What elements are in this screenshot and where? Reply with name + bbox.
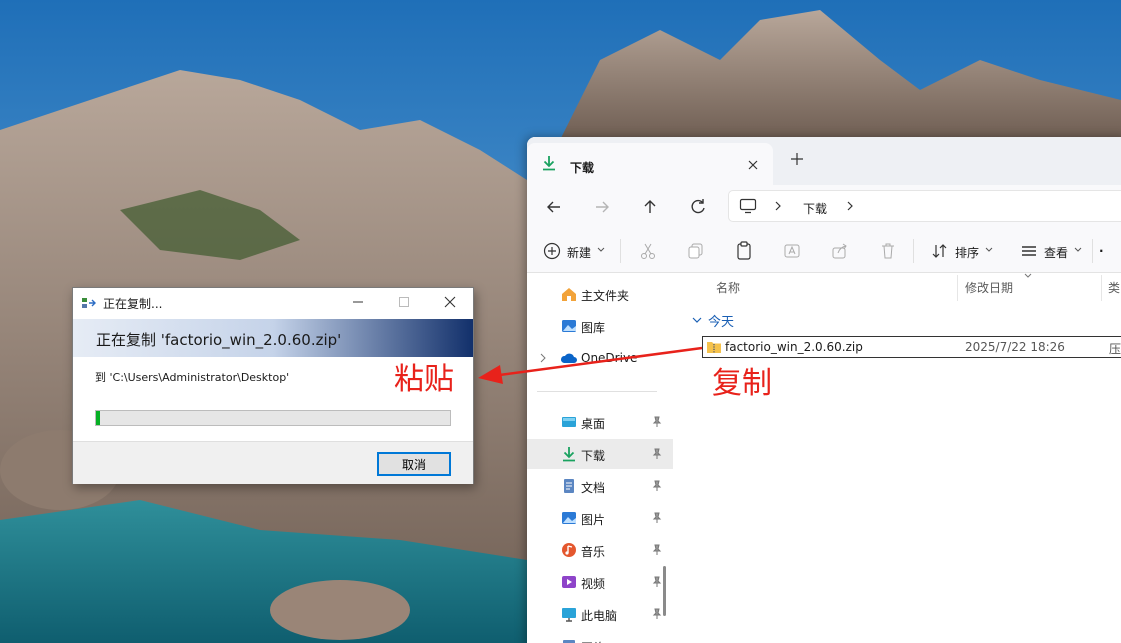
nav-item-desktop[interactable]: 桌面	[527, 407, 673, 437]
delete-icon[interactable]	[879, 242, 897, 260]
progress-fill	[96, 411, 100, 425]
forward-arrow-icon[interactable]	[586, 191, 618, 223]
column-header-date[interactable]: 修改日期	[965, 279, 1013, 296]
nav-item-music[interactable]: 音乐	[527, 535, 673, 565]
chevron-down-icon[interactable]	[985, 247, 993, 253]
separator	[620, 239, 621, 263]
file-list: 名称 修改日期 类 今天 factorio_win_2.0.60.zip 202…	[677, 273, 1121, 643]
column-separator[interactable]	[1101, 275, 1102, 301]
navigation-pane: 主文件夹 图库 OneDrive 桌面 下载 文档 图片 音乐 视频 此电脑	[527, 273, 673, 643]
copy-icon[interactable]	[687, 242, 705, 260]
chevron-right-icon	[775, 201, 781, 211]
document-icon	[564, 479, 574, 493]
nav-item-network[interactable]: 网络	[527, 631, 673, 643]
group-header-today[interactable]: 今天	[708, 311, 734, 330]
destination-text: 到 'C:\Users\Administrator\Desktop'	[95, 371, 290, 384]
separator	[1092, 239, 1093, 263]
close-icon[interactable]	[746, 158, 760, 172]
new-plus-icon[interactable]	[543, 242, 561, 260]
annotation-arrow	[478, 346, 703, 384]
pictures-icon	[562, 512, 576, 524]
column-separator[interactable]	[957, 275, 958, 301]
new-button[interactable]: 新建	[567, 244, 591, 261]
file-name: factorio_win_2.0.60.zip	[725, 340, 863, 354]
nav-scrollbar[interactable]	[663, 566, 666, 616]
pin-icon[interactable]	[651, 576, 663, 588]
file-explorer-window: 下载 下载 新建 排序 查看 · 主文件夹 图库 OneDrive 桌面 下载 …	[527, 137, 1121, 643]
address-bar[interactable]: 下载	[728, 190, 1121, 222]
music-icon	[562, 543, 576, 557]
nav-item-home[interactable]: 主文件夹	[527, 279, 673, 309]
cut-icon[interactable]	[639, 242, 657, 260]
computer-icon	[562, 608, 576, 622]
view-list-icon[interactable]	[1020, 242, 1038, 260]
separator	[913, 239, 914, 263]
nav-item-this-pc[interactable]: 此电脑	[527, 599, 673, 629]
minimize-icon[interactable]	[351, 295, 365, 309]
network-icon	[563, 640, 575, 643]
up-arrow-icon[interactable]	[634, 191, 666, 223]
command-bar: 新建 排序 查看 ·	[527, 229, 1121, 273]
rename-icon[interactable]	[783, 242, 801, 260]
file-row[interactable]: factorio_win_2.0.60.zip 2025/7/22 18:26 …	[702, 336, 1121, 358]
more-button[interactable]: ·	[1099, 244, 1104, 258]
nav-item-documents[interactable]: 文档	[527, 471, 673, 501]
column-header-type[interactable]: 类	[1108, 279, 1120, 296]
nav-item-videos[interactable]: 视频	[527, 567, 673, 597]
progress-bar	[95, 410, 451, 426]
copy-transfer-icon	[82, 298, 96, 308]
plus-icon[interactable]	[789, 151, 805, 167]
tab-downloads[interactable]: 下载	[527, 143, 773, 185]
sort-icon[interactable]	[931, 242, 949, 260]
sort-button[interactable]: 排序	[955, 244, 979, 261]
separator	[537, 391, 657, 392]
chevron-down-icon[interactable]	[597, 247, 605, 253]
annotation-paste: 粘贴	[394, 362, 454, 397]
video-icon	[562, 576, 576, 588]
maximize-icon[interactable]	[397, 295, 411, 309]
annotation-copy: 复制	[712, 366, 772, 401]
close-icon[interactable]	[443, 295, 457, 309]
dialog-footer: 取消	[73, 441, 473, 484]
dialog-titlebar[interactable]: 正在复制...	[73, 288, 473, 318]
chevron-down-icon[interactable]	[692, 315, 702, 325]
pin-icon[interactable]	[651, 608, 663, 620]
nav-item-downloads[interactable]: 下载	[527, 439, 673, 469]
pin-icon[interactable]	[651, 480, 663, 492]
home-icon	[562, 288, 576, 301]
download-icon	[563, 447, 575, 462]
tab-title: 下载	[570, 161, 595, 175]
paste-icon[interactable]	[735, 241, 753, 261]
back-arrow-icon[interactable]	[538, 191, 570, 223]
chevron-right-icon[interactable]	[845, 200, 855, 212]
nav-item-pictures[interactable]: 图片	[527, 503, 673, 533]
gallery-icon	[562, 320, 576, 332]
view-button[interactable]: 查看	[1044, 244, 1068, 261]
dialog-heading: 正在复制 'factorio_win_2.0.60.zip'	[96, 331, 342, 349]
refresh-icon[interactable]	[682, 191, 714, 223]
file-type: 压	[1109, 342, 1121, 356]
pin-icon[interactable]	[651, 416, 663, 428]
sort-chevron-icon	[1024, 273, 1032, 278]
dialog-title: 正在复制...	[103, 297, 163, 311]
share-icon[interactable]	[831, 242, 849, 260]
navigation-bar: 下载	[527, 185, 1121, 229]
column-header-name[interactable]: 名称	[716, 279, 740, 296]
file-date: 2025/7/22 18:26	[965, 340, 1065, 354]
address-segment[interactable]: 下载	[803, 200, 827, 217]
pin-icon[interactable]	[651, 512, 663, 524]
cancel-button[interactable]: 取消	[377, 452, 451, 476]
monitor-icon	[739, 198, 757, 214]
download-icon	[543, 156, 555, 171]
pin-icon[interactable]	[651, 448, 663, 460]
pin-icon[interactable]	[651, 544, 663, 556]
desktop-icon	[562, 417, 576, 427]
chevron-down-icon[interactable]	[1074, 247, 1082, 253]
dialog-header: 正在复制 'factorio_win_2.0.60.zip'	[73, 319, 473, 357]
tab-bar: 下载	[527, 137, 1121, 185]
